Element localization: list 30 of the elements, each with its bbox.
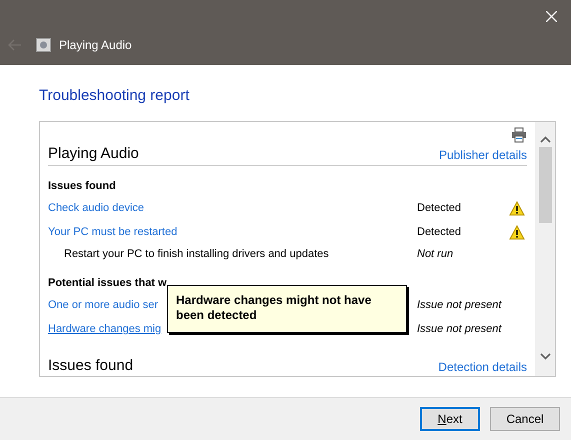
issue-link[interactable]: One or more audio ser — [48, 299, 158, 311]
next-button[interactable]: Next — [420, 407, 480, 431]
warning-icon — [509, 200, 525, 216]
issue-status: Detected — [417, 226, 462, 238]
section-heading: Issues found — [48, 180, 117, 194]
issue-status: Issue not present — [417, 323, 503, 335]
issue-link[interactable]: Hardware changes mig — [48, 323, 162, 335]
page-heading: Troubleshooting report — [39, 87, 190, 104]
cancel-button[interactable]: Cancel — [490, 407, 560, 431]
tooltip: Hardware changes might not have been detected — [167, 285, 407, 333]
issue-link[interactable]: Check audio device — [48, 202, 144, 214]
window-title: Playing Audio — [59, 38, 132, 52]
issue-status: Issue not present — [417, 299, 503, 311]
section-heading: Potential issues that w — [48, 277, 168, 291]
issue-link[interactable]: Your PC must be restarted — [48, 226, 178, 238]
audio-app-icon — [36, 38, 51, 52]
scroll-up-icon[interactable] — [540, 136, 550, 143]
scrollbar[interactable] — [535, 122, 555, 376]
report-title: Playing Audio — [48, 145, 139, 162]
detection-details-link[interactable]: Detection details — [438, 360, 527, 374]
issue-detail: Restart your PC to finish installing drivers and updates — [64, 248, 329, 260]
printer-icon[interactable] — [511, 127, 527, 143]
section-title: Issues found — [48, 357, 134, 374]
warning-icon — [509, 224, 525, 240]
issue-status: Not run — [417, 248, 454, 260]
scroll-thumb[interactable] — [538, 147, 552, 223]
issue-status: Detected — [417, 202, 462, 214]
close-icon[interactable] — [546, 10, 557, 22]
scroll-down-icon[interactable] — [540, 353, 550, 360]
publisher-details-link[interactable]: Publisher details — [438, 148, 527, 162]
